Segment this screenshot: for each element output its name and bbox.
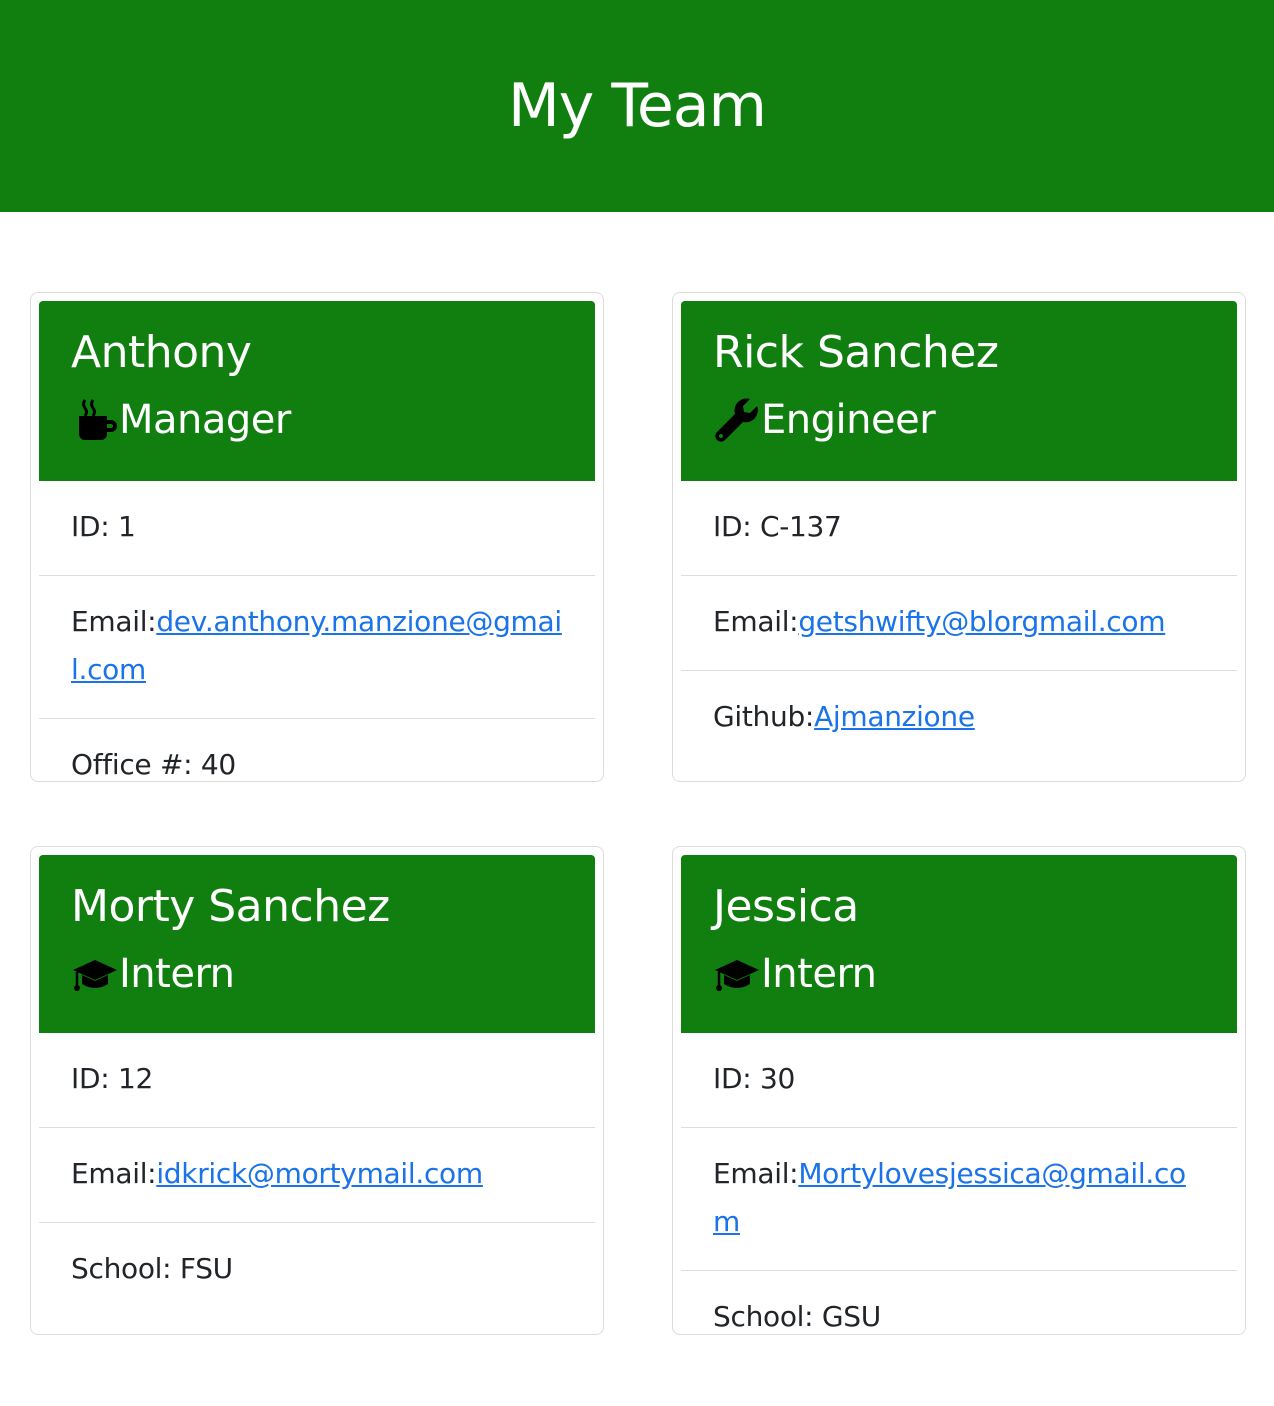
page-title: My Team: [508, 71, 767, 141]
github-link[interactable]: Ajmanzione: [814, 700, 975, 733]
employee-card-intern: Morty Sanchez Intern ID: 12 Email:idkric…: [30, 846, 604, 1335]
email-label: Email:: [71, 1157, 157, 1190]
list-item-id: ID: C-137: [681, 481, 1237, 576]
graduation-cap-icon: [71, 950, 119, 998]
employee-name: Anthony: [71, 327, 252, 378]
employee-role: Engineer: [713, 395, 1205, 445]
card-header: Rick Sanchez Engineer: [681, 301, 1237, 481]
info-list: ID: 30 Email:Mortylovesjessica@gmail.com…: [681, 1033, 1237, 1365]
employee-card-engineer: Rick Sanchez Engineer ID: C-137 Email:ge…: [672, 292, 1246, 782]
list-item-school: School: FSU: [71, 1252, 233, 1285]
employee-role: Intern: [71, 949, 563, 999]
list-item-id: ID: 30: [681, 1033, 1237, 1128]
graduation-cap-icon: [713, 950, 761, 998]
list-item-email: Email:getshwifty@blorgmail.com: [681, 576, 1237, 671]
employee-name: Morty Sanchez: [71, 881, 390, 932]
employee-role: Intern: [713, 949, 1205, 999]
github-label: Github:: [713, 700, 815, 733]
card-header: Morty Sanchez Intern: [39, 855, 595, 1033]
email-link[interactable]: getshwifty@blorgmail.com: [798, 605, 1165, 638]
role-label: Engineer: [761, 397, 936, 443]
info-list: ID: 12 Email:idkrick@mortymail.com Schoo…: [39, 1033, 595, 1317]
list-item-email: Email:dev.anthony.manzione@gmail.com: [39, 576, 595, 719]
list-item-github: Github:Ajmanzione: [681, 671, 1237, 765]
list-item-email: Email:Mortylovesjessica@gmail.com: [681, 1128, 1237, 1271]
employee-name: Rick Sanchez: [713, 327, 999, 378]
email-label: Email:: [713, 605, 799, 638]
employee-name: Jessica: [713, 881, 859, 932]
list-item-school: School: GSU: [713, 1300, 881, 1333]
employee-card-intern: Jessica Intern ID: 30 Email:Mortylovesje…: [672, 846, 1246, 1335]
employee-card-manager: Anthony Manager ID: 1 Email:dev.anthony.…: [30, 292, 604, 782]
email-label: Email:: [713, 1157, 799, 1190]
role-label: Intern: [119, 951, 235, 997]
page-header: My Team: [0, 0, 1274, 212]
info-list: ID: C-137 Email:getshwifty@blorgmail.com…: [681, 481, 1237, 765]
card-header: Jessica Intern: [681, 855, 1237, 1033]
info-list: ID: 1 Email:dev.anthony.manzione@gmail.c…: [39, 481, 595, 813]
email-label: Email:: [71, 605, 157, 638]
role-label: Manager: [119, 397, 291, 443]
email-link[interactable]: idkrick@mortymail.com: [156, 1157, 483, 1190]
role-label: Intern: [761, 951, 877, 997]
list-item-office: Office #: 40: [71, 748, 236, 781]
list-item-id: ID: 1: [39, 481, 595, 576]
wrench-icon: [713, 396, 761, 444]
list-item-email: Email:idkrick@mortymail.com: [39, 1128, 595, 1223]
coffee-icon: [71, 396, 119, 444]
employee-role: Manager: [71, 395, 563, 445]
list-item-id: ID: 12: [39, 1033, 595, 1128]
card-header: Anthony Manager: [39, 301, 595, 481]
